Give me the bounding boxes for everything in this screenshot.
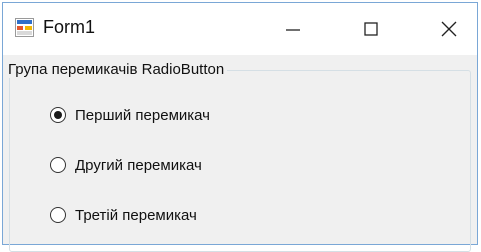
radio-option-3[interactable]: Третій перемикач bbox=[50, 204, 197, 226]
minimize-button[interactable] bbox=[265, 3, 321, 55]
maximize-icon bbox=[364, 22, 378, 36]
form-client-area: Група перемикачів RadioButton Перший пер… bbox=[3, 55, 477, 252]
title-bar[interactable]: Form1 bbox=[3, 3, 477, 55]
minimize-icon bbox=[286, 29, 300, 31]
form-app-icon[interactable] bbox=[15, 18, 34, 37]
radio-option-1[interactable]: Перший перемикач bbox=[50, 104, 210, 126]
radio-option-2[interactable]: Другий перемикач bbox=[50, 154, 202, 176]
groupbox-caption: Група перемикачів RadioButton bbox=[5, 61, 228, 78]
radio-button-unchecked[interactable] bbox=[50, 157, 66, 173]
form-window: Form1 Група перемикачів RadioButton Перш… bbox=[2, 2, 478, 252]
close-button[interactable] bbox=[421, 3, 477, 55]
radio-label-1[interactable]: Перший перемикач bbox=[75, 107, 210, 124]
radio-button-unchecked[interactable] bbox=[50, 207, 66, 223]
radio-label-3[interactable]: Третій перемикач bbox=[75, 207, 197, 224]
radio-label-2[interactable]: Другий перемикач bbox=[75, 157, 202, 174]
close-icon bbox=[441, 21, 457, 37]
window-title: Form1 bbox=[43, 17, 96, 37]
maximize-button[interactable] bbox=[343, 3, 399, 55]
radio-button-checked[interactable] bbox=[50, 107, 66, 123]
